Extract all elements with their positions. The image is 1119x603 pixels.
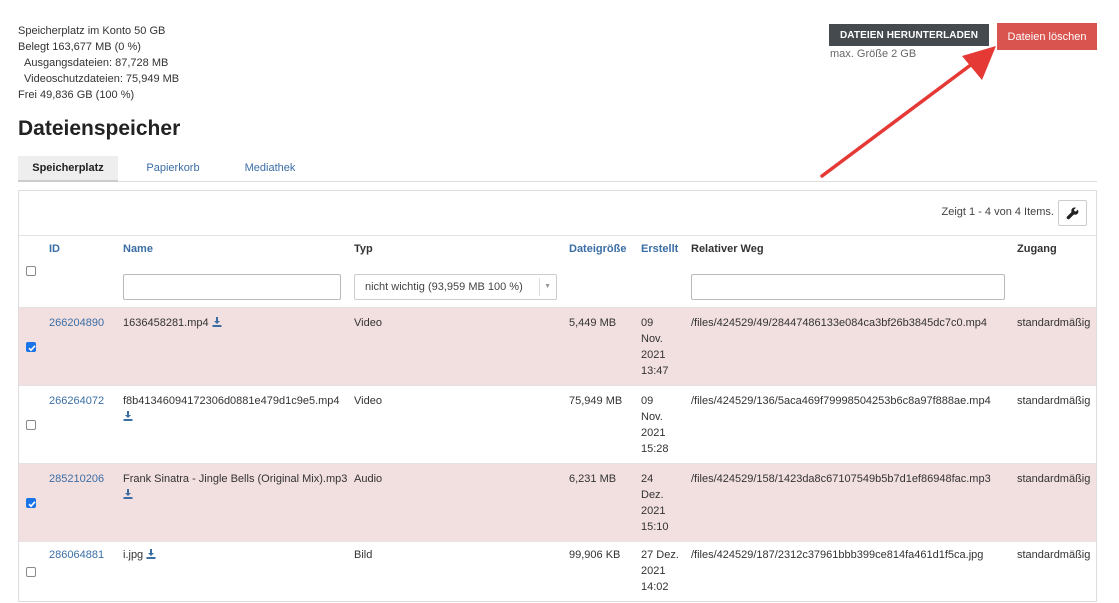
wrench-icon xyxy=(1066,206,1079,219)
created-month: Nov. xyxy=(641,411,663,423)
storage-video-protection: Videoschutzdateien: 75,949 MB xyxy=(24,73,180,85)
download-icon[interactable] xyxy=(212,316,222,332)
row-type: Video xyxy=(354,395,382,407)
row-access: standardmäßig xyxy=(1017,395,1091,407)
created-time: 13:47 xyxy=(641,365,669,377)
row-id-link[interactable]: 286064881 xyxy=(49,549,104,561)
download-icon[interactable] xyxy=(123,488,133,504)
row-size: 6,231 MB xyxy=(569,473,617,485)
row-created: 27 Dez. 2021 14:02 xyxy=(641,547,689,595)
row-file-name: 1636458281.mp4 xyxy=(123,317,209,329)
column-header-name[interactable]: Name xyxy=(123,243,153,255)
row-file-name: Frank Sinatra - Jingle Bells (Original M… xyxy=(123,473,348,485)
created-day: 24 xyxy=(641,473,654,485)
select-divider xyxy=(539,278,540,296)
created-year: 2021 xyxy=(641,565,666,577)
created-day: 09 xyxy=(641,317,654,329)
row-id-link[interactable]: 285210206 xyxy=(49,473,104,485)
tab-papierkorb[interactable]: Papierkorb xyxy=(131,156,215,182)
row-created: 09 Nov. 2021 15:28 xyxy=(641,393,681,457)
created-year: 2021 xyxy=(641,505,666,517)
grid-settings-button[interactable] xyxy=(1058,200,1087,226)
tab-mediathek[interactable]: Mediathek xyxy=(230,156,310,182)
column-header-id[interactable]: ID xyxy=(49,243,60,255)
table-row[interactable]: 266264072 f8b41346094172306d0881e479d1c9… xyxy=(19,385,1096,463)
row-path: /files/424529/158/1423da8c67107549b5b7d1… xyxy=(691,473,991,485)
row-checkbox[interactable] xyxy=(26,498,36,508)
row-size: 75,949 MB xyxy=(569,395,623,407)
row-checkbox[interactable] xyxy=(26,420,36,430)
storage-used: Belegt 163,677 MB (0 %) xyxy=(18,41,141,53)
table-row[interactable]: 285210206 Frank Sinatra - Jingle Bells (… xyxy=(19,463,1096,541)
created-date: 27 Dez. xyxy=(641,549,679,561)
row-size: 5,449 MB xyxy=(569,317,617,329)
table-row[interactable]: 266204890 1636458281.mp4 Video 5,449 MB … xyxy=(19,307,1096,385)
row-checkbox[interactable] xyxy=(26,567,36,577)
created-month: Nov. xyxy=(641,333,663,345)
column-header-path: Relativer Weg xyxy=(691,243,764,255)
row-file-name: i.jpg xyxy=(123,549,144,561)
storage-source-files: Ausgangsdateien: 87,728 MB xyxy=(24,57,169,69)
row-type: Audio xyxy=(354,473,383,485)
column-header-size[interactable]: Dateigröße xyxy=(569,243,626,255)
table-row[interactable]: 286064881 i.jpg Bild 99,906 KB 27 Dez. 2… xyxy=(19,541,1096,601)
files-grid: Zeigt 1 - 4 von 4 Items. ID Name Typ Dat… xyxy=(18,190,1097,602)
download-files-button[interactable]: DATEIEN HERUNTERLADEN xyxy=(829,24,989,46)
storage-info: Speicherplatz im Konto 50 GB Belegt 163,… xyxy=(18,23,179,103)
type-filter-select[interactable]: nicht wichtig (93,959 MB 100 %) ▼ xyxy=(354,274,557,300)
tab-bar: Speicherplatz Papierkorb Mediathek xyxy=(18,156,1097,182)
storage-quota: Speicherplatz im Konto 50 GB xyxy=(18,25,166,37)
column-header-access: Zugang xyxy=(1017,243,1057,255)
storage-free: Frei 49,836 GB (100 %) xyxy=(18,89,135,101)
row-type: Bild xyxy=(354,549,373,561)
created-time: 15:10 xyxy=(641,521,669,533)
row-access: standardmäßig xyxy=(1017,549,1091,561)
download-icon[interactable] xyxy=(123,410,133,426)
max-size-note: max. Größe 2 GB xyxy=(830,48,917,60)
created-day: 09 xyxy=(641,395,654,407)
column-header-type: Typ xyxy=(354,243,373,255)
row-type: Video xyxy=(354,317,382,329)
items-summary: Zeigt 1 - 4 von 4 Items. xyxy=(941,206,1055,218)
created-year: 2021 xyxy=(641,349,666,361)
tab-speicherplatz[interactable]: Speicherplatz xyxy=(18,156,118,182)
row-file-name: f8b41346094172306d0881e479d1c9e5.mp4 xyxy=(123,395,340,407)
row-created: 09 Nov. 2021 13:47 xyxy=(641,315,681,379)
row-checkbox[interactable] xyxy=(26,342,36,352)
path-filter-input[interactable] xyxy=(691,274,1005,300)
row-access: standardmäßig xyxy=(1017,473,1091,485)
chevron-down-icon: ▼ xyxy=(544,283,551,290)
delete-files-button[interactable]: Dateien löschen xyxy=(997,23,1097,50)
created-year: 2021 xyxy=(641,427,666,439)
row-created: 24 Dez. 2021 15:10 xyxy=(641,471,681,535)
row-path: /files/424529/49/28447486133e084ca3bf26b… xyxy=(691,317,988,329)
row-path: /files/424529/136/5aca469f79998504253b6c… xyxy=(691,395,991,407)
grid-toolbar: Zeigt 1 - 4 von 4 Items. xyxy=(19,191,1096,236)
row-path: /files/424529/187/2312c37961bbb399ce814f… xyxy=(691,549,984,561)
row-id-link[interactable]: 266204890 xyxy=(49,317,104,329)
created-time: 14:02 xyxy=(641,581,669,593)
select-all-checkbox[interactable] xyxy=(26,266,36,276)
download-icon[interactable] xyxy=(146,548,156,564)
name-filter-input[interactable] xyxy=(123,274,341,300)
row-access: standardmäßig xyxy=(1017,317,1091,329)
page-title: Dateienspeicher xyxy=(18,117,181,140)
row-size: 99,906 KB xyxy=(569,549,621,561)
column-header-created[interactable]: Erstellt xyxy=(641,243,678,255)
type-filter-value: nicht wichtig (93,959 MB 100 %) xyxy=(365,281,523,293)
created-time: 15:28 xyxy=(641,443,669,455)
created-month: Dez. xyxy=(641,489,664,501)
row-id-link[interactable]: 266264072 xyxy=(49,395,104,407)
